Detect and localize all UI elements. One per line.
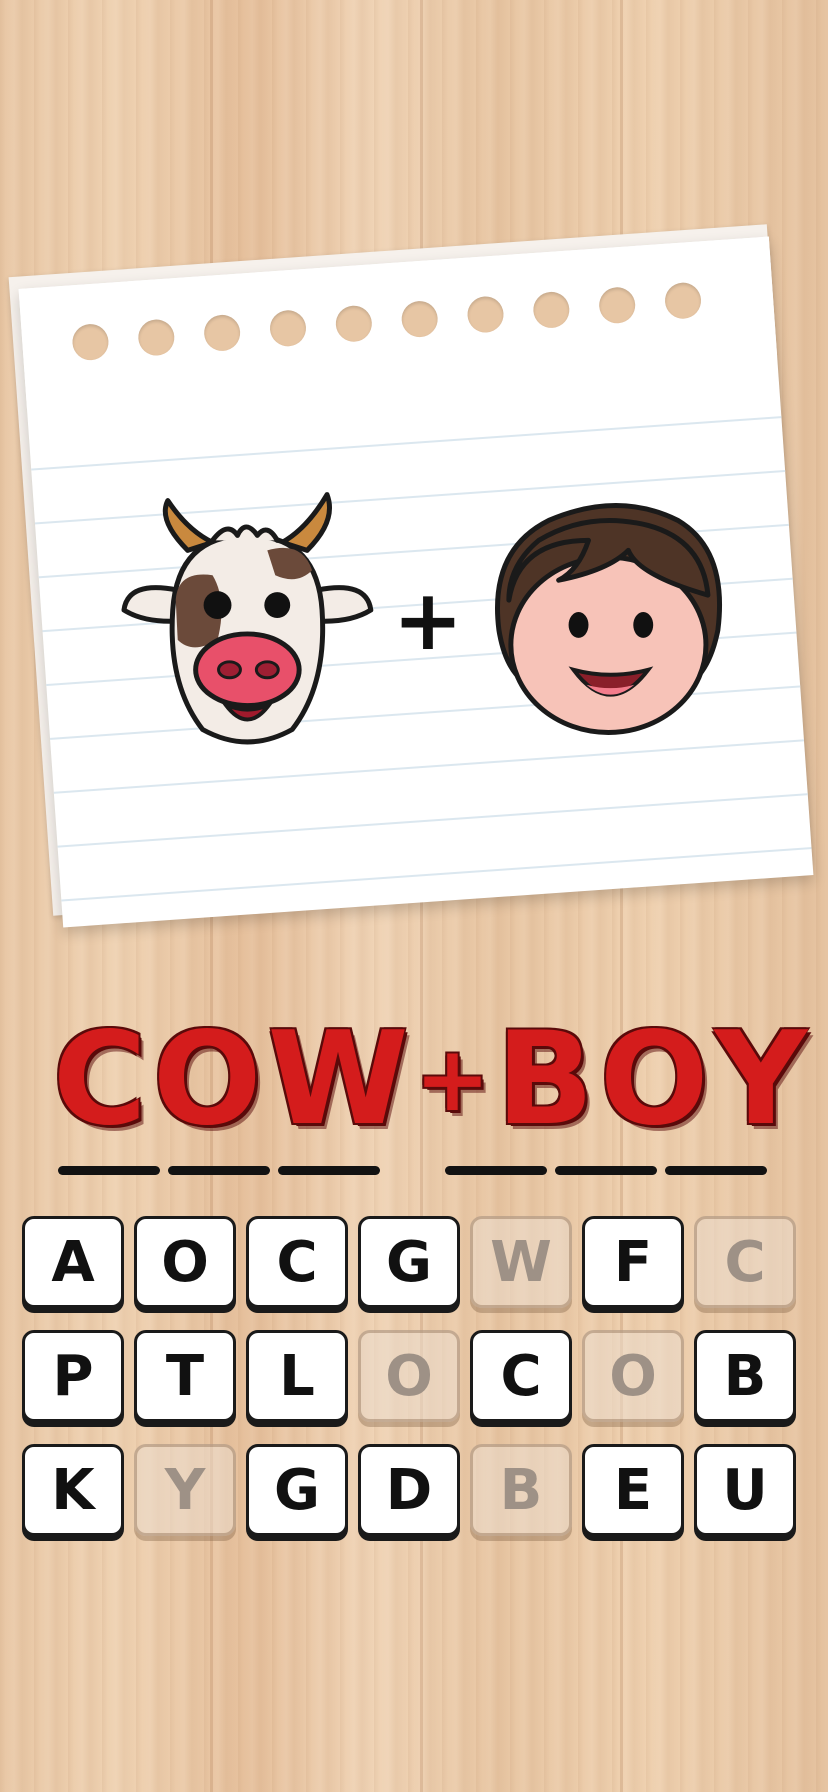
letter-key[interactable]: B: [694, 1330, 796, 1422]
letter-key[interactable]: G: [358, 1216, 460, 1308]
paper-hole: [71, 322, 110, 362]
paper-hole: [663, 281, 703, 320]
paper-hole: [597, 286, 637, 325]
emoji-clue: +: [118, 470, 738, 770]
letter-key: O: [358, 1330, 460, 1422]
letter-key: B: [470, 1444, 572, 1536]
answer-blank: [58, 1166, 160, 1175]
letter-key[interactable]: O: [134, 1216, 236, 1308]
answer-blanks: [58, 1166, 773, 1176]
letter-key[interactable]: C: [470, 1330, 572, 1422]
answer-letter: C: [52, 1005, 147, 1154]
letter-key[interactable]: P: [22, 1330, 124, 1422]
letter-key[interactable]: L: [246, 1330, 348, 1422]
letter-key[interactable]: K: [22, 1444, 124, 1536]
answer-letter: O: [152, 1005, 262, 1154]
answer-blank: [665, 1166, 767, 1175]
paper-hole: [466, 295, 505, 334]
paper-hole: [202, 313, 242, 353]
letter-key[interactable]: C: [246, 1216, 348, 1308]
answer-plus: +: [414, 1027, 491, 1132]
paper-holes: [71, 281, 703, 362]
plus-operator: +: [392, 571, 464, 669]
answer-blank: [555, 1166, 657, 1175]
letter-key[interactable]: G: [246, 1444, 348, 1536]
boy-face-icon: [495, 503, 723, 735]
letter-key[interactable]: E: [582, 1444, 684, 1536]
letter-key[interactable]: U: [694, 1444, 796, 1536]
answer-blank: [168, 1166, 270, 1175]
letter-key[interactable]: F: [582, 1216, 684, 1308]
letter-key: W: [470, 1216, 572, 1308]
paper-hole: [137, 318, 176, 357]
answer-blank: [445, 1166, 547, 1175]
letter-key[interactable]: D: [358, 1444, 460, 1536]
letter-key: C: [694, 1216, 796, 1308]
answer-blank: [278, 1166, 380, 1175]
answer-letter: W: [267, 1005, 409, 1154]
answer-letter: B: [496, 1005, 594, 1154]
paper-hole: [400, 299, 439, 339]
paper-hole: [334, 304, 374, 343]
answer-letter: O: [599, 1005, 709, 1154]
answer-letter: Y: [714, 1005, 808, 1154]
letter-key: Y: [134, 1444, 236, 1536]
letter-keyboard: AOCGWFCPTLOCOBKYGDBEU: [22, 1216, 802, 1536]
letter-key[interactable]: A: [22, 1216, 124, 1308]
paper-hole: [532, 290, 571, 330]
cow-face-icon: [121, 492, 374, 745]
letter-key[interactable]: T: [134, 1330, 236, 1422]
answer-word: C O W + B O Y: [53, 1005, 807, 1154]
paper-hole: [268, 309, 308, 348]
letter-key: O: [582, 1330, 684, 1422]
